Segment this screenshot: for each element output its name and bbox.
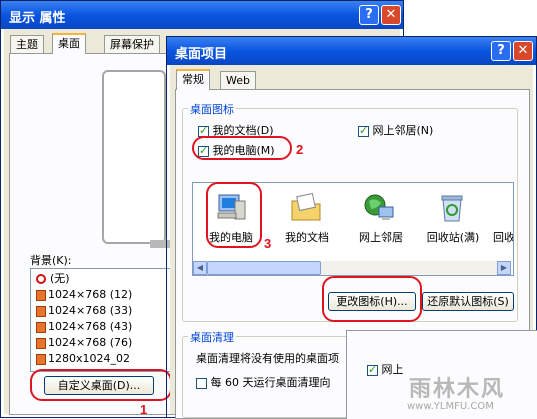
none-icon — [36, 274, 46, 284]
tab-themes[interactable]: 主题 — [10, 35, 44, 53]
list-item[interactable]: 1024×768 (12) — [36, 287, 132, 302]
recycle-bin-full-icon[interactable] — [435, 191, 469, 225]
list-item[interactable]: 1024×768 (33) — [36, 303, 132, 318]
restore-default-icon-button[interactable]: 还原默认图标(S) — [422, 292, 514, 311]
watermark-url: www.YLMFU.COM — [407, 401, 494, 412]
network-places-checkbox[interactable]: 网上邻居(N) — [358, 122, 433, 138]
list-item[interactable]: 1280x1024_02 — [36, 351, 130, 366]
list-item[interactable]: 1024×768 (43) — [36, 319, 132, 334]
display-properties-titlebar[interactable]: 显示 属性 ? ✕ — [1, 1, 403, 29]
image-file-icon — [36, 289, 46, 301]
network-checkbox-fragment[interactable]: 网上 — [367, 361, 404, 377]
scroll-left-button[interactable]: ◀ — [193, 261, 207, 275]
help-button[interactable]: ? — [359, 5, 379, 25]
monitor-preview — [102, 70, 166, 244]
annotation-number-1: 1 — [140, 402, 148, 417]
tab-web[interactable]: Web — [220, 71, 256, 89]
annotation-number-3: 3 — [264, 236, 272, 251]
checkbox-checked-icon — [367, 363, 378, 376]
watermark-text: 雨林木风 — [409, 377, 506, 402]
icon-label: 网上邻居 — [359, 231, 403, 244]
icon-label: 回收站(满) — [426, 231, 480, 244]
scroll-thumb[interactable] — [207, 261, 321, 275]
my-documents-icon[interactable] — [289, 191, 323, 225]
background-list[interactable]: (无) 1024×768 (12) 1024×768 (33) 1024×768… — [30, 268, 172, 372]
icon-label: 回收 — [493, 231, 513, 244]
watermark-logo: 雨林木风 www.YLMFU.COM — [403, 371, 533, 417]
list-item[interactable]: (无) — [36, 271, 70, 286]
window-title: 桌面项目 — [175, 47, 228, 62]
close-button[interactable]: ✕ — [381, 5, 401, 25]
close-button[interactable]: ✕ — [513, 41, 533, 61]
cleanup-description: 桌面清理将没有使用的桌面项 — [196, 352, 339, 365]
tab-desktop[interactable]: 桌面 — [52, 33, 86, 54]
window-title: 显示 属性 — [9, 11, 66, 26]
overlay-fragment: 网上 雨林木风 www.YLMFU.COM — [346, 330, 537, 419]
checkbox-unchecked-icon — [196, 377, 207, 389]
desktop-icons-group-title: 桌面图标 — [188, 101, 236, 117]
image-file-icon — [36, 337, 46, 349]
gallery-scrollbar[interactable]: ◀ ▶ — [193, 261, 511, 275]
help-button[interactable]: ? — [491, 41, 511, 61]
image-file-icon — [36, 353, 46, 365]
annotation-number-2: 2 — [296, 142, 304, 157]
annotation-ring-3 — [206, 182, 262, 248]
image-file-icon — [36, 321, 46, 333]
icon-label: 我的文档 — [285, 231, 329, 244]
network-places-icon[interactable] — [363, 191, 397, 225]
desktop-items-titlebar[interactable]: 桌面项目 ? ✕ — [167, 37, 536, 65]
annotation-ring-4 — [322, 276, 422, 322]
annotation-ring-2 — [192, 136, 292, 160]
scroll-right-button[interactable]: ▶ — [497, 261, 511, 275]
annotation-ring-1 — [30, 369, 172, 401]
desktop-cleanup-group-title: 桌面清理 — [188, 329, 236, 345]
tab-screensaver[interactable]: 屏幕保护 — [104, 35, 160, 53]
image-file-icon — [36, 305, 46, 317]
tab-general[interactable]: 常规 — [176, 69, 210, 90]
list-item[interactable]: 1024×768 (76) — [36, 335, 132, 350]
background-label: 背景(K): — [30, 254, 72, 267]
checkbox-checked-icon — [358, 124, 369, 137]
cleanup-every-60-days-checkbox[interactable]: 每 60 天运行桌面清理向 — [196, 374, 331, 390]
checkbox-checked-icon — [198, 124, 209, 137]
